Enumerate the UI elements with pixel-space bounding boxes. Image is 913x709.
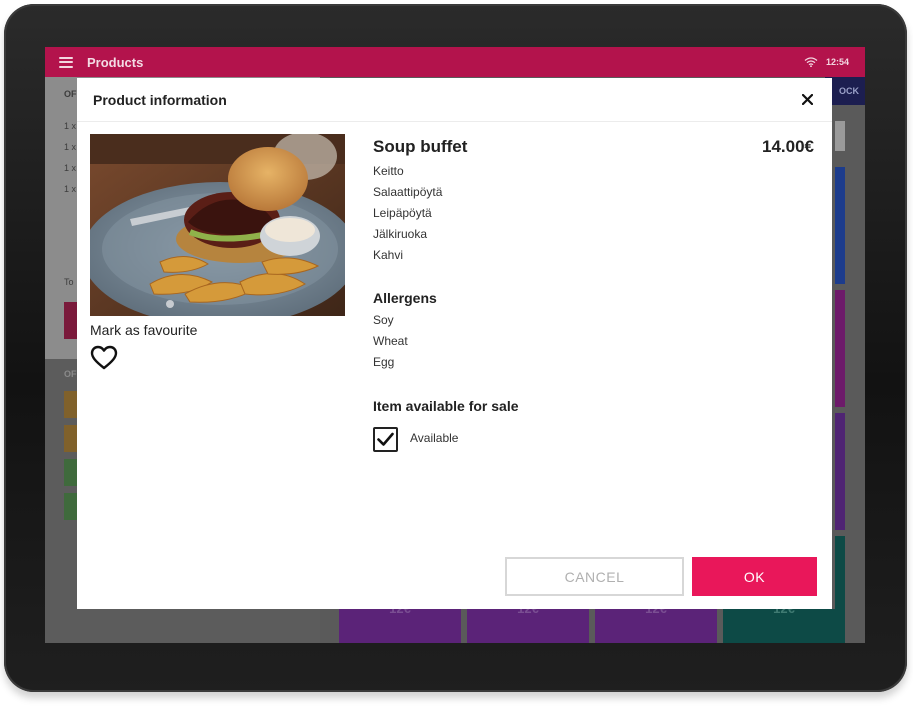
product-content-item: Salaattipöytä (373, 185, 443, 199)
top-bar: Products 12:54 (45, 47, 865, 77)
dialog-title: Product information (93, 91, 227, 108)
dialog-header: Product information (77, 78, 832, 122)
product-tile[interactable]: 12€ (595, 601, 717, 643)
order-line: 1 x (64, 142, 77, 152)
heart-icon[interactable] (90, 345, 118, 371)
available-label: Available (410, 431, 459, 445)
cancel-button[interactable]: CANCEL (505, 557, 684, 596)
menu-icon[interactable] (59, 56, 73, 68)
product-price: 14.00€ (762, 137, 814, 156)
order-line: 1 x (64, 184, 77, 194)
product-tile[interactable] (835, 413, 845, 530)
allergen-item: Egg (373, 355, 395, 369)
product-tile[interactable] (835, 290, 845, 407)
available-checkbox[interactable] (373, 427, 398, 452)
product-tile[interactable]: 12€ (723, 601, 845, 643)
product-content-item: Leipäpöytä (373, 206, 432, 220)
product-image (90, 134, 345, 316)
allergen-item: Wheat (373, 334, 408, 348)
allergen-item: Soy (373, 313, 394, 327)
status-area: 12:54 (804, 57, 849, 67)
app-title: Products (87, 54, 144, 70)
total-label: To (64, 277, 74, 287)
product-tile[interactable]: 12€ (339, 601, 461, 643)
favourite-label: Mark as favourite (90, 322, 198, 338)
stock-tab-label: OCK (839, 86, 859, 96)
availability-heading: Item available for sale (373, 398, 519, 414)
product-tile[interactable]: 12€ (467, 601, 589, 643)
product-content-item: Keitto (373, 164, 404, 178)
open-orders-header: OF (64, 369, 77, 379)
ok-button[interactable]: OK (692, 557, 817, 596)
product-info-dialog: Product information Mark as favourite So… (77, 78, 832, 609)
clock: 12:54 (825, 57, 849, 67)
checkmark-icon (377, 432, 394, 446)
product-name: Soup buffet (373, 137, 468, 156)
order-line: 1 x (64, 163, 77, 173)
product-content-item: Jälkiruoka (373, 227, 428, 241)
product-content-item: Kahvi (373, 248, 404, 262)
order-panel-header: OF (64, 89, 77, 99)
product-tile[interactable] (835, 167, 845, 284)
allergens-heading: Allergens (373, 290, 437, 306)
search-field[interactable] (835, 121, 845, 151)
order-line: 1 x (64, 121, 77, 131)
wifi-icon (804, 57, 818, 67)
close-icon[interactable] (798, 91, 816, 109)
